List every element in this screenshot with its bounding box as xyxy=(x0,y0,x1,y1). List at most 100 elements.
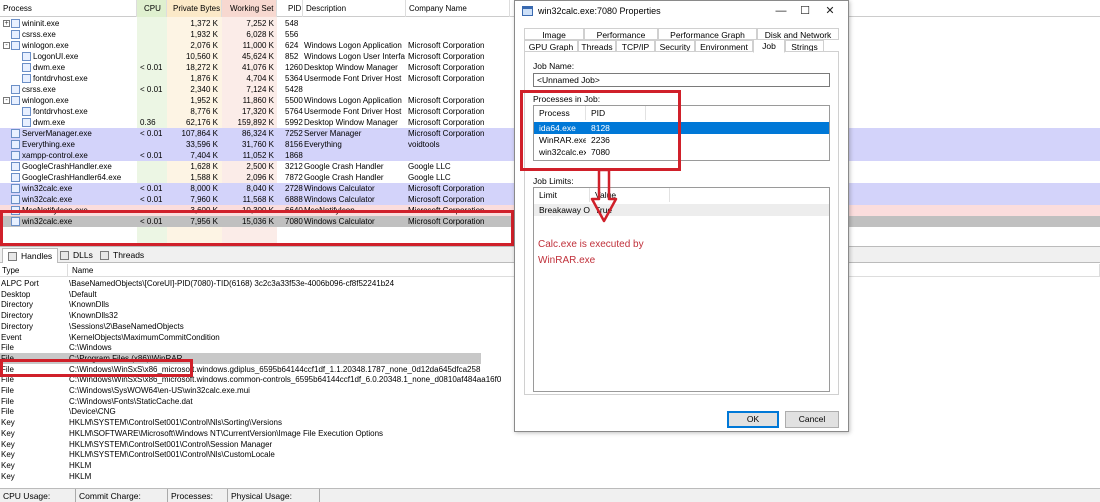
status-physical-usage: Physical Usage: 18.62% xyxy=(228,489,320,502)
dlls-tab-icon xyxy=(60,251,69,260)
handle-row[interactable]: Key HKLM\SYSTEM\ControlSet001\Control\Nls… xyxy=(0,449,1100,460)
expand-icon[interactable]: - xyxy=(3,42,10,49)
process-icon xyxy=(11,41,20,50)
column-header-description[interactable]: Description xyxy=(303,0,406,17)
process-company: Microsoft Corporation xyxy=(408,118,485,127)
process-working-set: 11,568 K xyxy=(242,195,274,204)
process-icon xyxy=(11,19,20,28)
expand-icon[interactable]: - xyxy=(3,97,10,104)
minimize-icon: — xyxy=(775,5,787,17)
ok-button[interactable]: OK xyxy=(727,411,779,428)
process-cpu: < 0.01 xyxy=(140,129,163,138)
process-name: csrss.exe xyxy=(22,85,56,94)
process-pid: 1868 xyxy=(285,151,303,160)
column-header-private-bytes[interactable]: Private Bytes xyxy=(167,0,222,17)
tab-threads[interactable]: Threads xyxy=(95,248,149,263)
handle-type: File xyxy=(1,343,14,353)
process-pid: 5428 xyxy=(285,85,303,94)
column-header-process[interactable]: Process xyxy=(0,0,137,17)
process-name: dwm.exe xyxy=(33,63,66,72)
process-name: win32calc.exe xyxy=(22,195,73,204)
tab-performance[interactable]: Performance xyxy=(584,28,658,40)
process-description: Usermode Font Driver Host xyxy=(304,107,402,116)
threads-tab-icon xyxy=(100,251,109,260)
status-cpu-usage: CPU Usage: 27.17% xyxy=(0,489,76,502)
process-pid: 5992 xyxy=(285,118,303,127)
process-pid: 624 xyxy=(285,41,299,50)
tab-image[interactable]: Image xyxy=(524,28,584,40)
handle-row[interactable]: Key HKLM\SYSTEM\ControlSet001\Control\Ses… xyxy=(0,439,1100,450)
job-name-field[interactable]: <Unnamed Job> xyxy=(533,73,830,87)
dialog-titlebar[interactable]: win32calc.exe:7080 Properties — ☐ ✕ xyxy=(515,1,848,22)
process-description: Windows Logon Application xyxy=(304,96,402,105)
process-company: Microsoft Corporation xyxy=(408,96,485,105)
process-name: fontdrvhost.exe xyxy=(33,107,88,116)
limits-header-limit[interactable]: Limit xyxy=(534,188,590,202)
process-working-set: 45,624 K xyxy=(241,52,274,61)
process-pid: 8156 xyxy=(285,140,303,149)
process-working-set: 11,860 K xyxy=(242,96,274,105)
job-limit-row[interactable]: Breakaway OKTrue xyxy=(534,204,829,216)
process-icon xyxy=(11,195,20,204)
expand-icon[interactable]: + xyxy=(3,20,10,27)
handle-type: File xyxy=(1,396,14,406)
handle-row[interactable]: Key HKLM xyxy=(0,460,1100,471)
handle-type: ALPC Port xyxy=(1,279,39,288)
highlight-box-calc-process xyxy=(0,210,514,246)
properties-dialog[interactable]: win32calc.exe:7080 Properties — ☐ ✕ Imag… xyxy=(514,0,849,432)
process-working-set: 86,324 K xyxy=(241,129,274,138)
process-company: Microsoft Corporation xyxy=(408,41,485,50)
process-cpu xyxy=(140,161,167,172)
process-description xyxy=(304,18,405,29)
close-button[interactable]: ✕ xyxy=(818,1,842,22)
tab-handles-label: Handles xyxy=(21,251,53,261)
app-icon xyxy=(522,6,533,16)
column-header-company[interactable]: Company Name xyxy=(406,0,510,17)
column-header-pid[interactable]: PID xyxy=(285,0,303,17)
process-name: dwm.exe xyxy=(33,118,66,127)
process-icon xyxy=(11,30,20,39)
process-description: Windows Calculator xyxy=(304,195,375,204)
process-private-bytes: 7,404 K xyxy=(190,151,218,160)
handle-type: Key xyxy=(1,428,15,438)
handle-type: Event xyxy=(1,332,22,342)
process-cpu: < 0.01 xyxy=(140,184,163,193)
handle-name: HKLM xyxy=(69,460,92,470)
process-working-set: 7,252 K xyxy=(246,19,274,28)
process-private-bytes: 62,176 K xyxy=(185,118,218,127)
process-company: Microsoft Corporation xyxy=(408,74,485,83)
process-working-set: 159,892 K xyxy=(237,118,274,127)
dialog-tabs: Image Performance Performance Graph Disk… xyxy=(524,28,839,53)
process-company: voidtools xyxy=(408,140,440,149)
handle-name: HKLM\SYSTEM\ControlSet001\Control\Sessio… xyxy=(69,439,273,449)
cancel-button[interactable]: Cancel xyxy=(785,411,839,428)
minimize-button[interactable]: — xyxy=(769,1,793,22)
process-description: Google Crash Handler xyxy=(304,162,384,171)
tab-performance-graph[interactable]: Performance Graph xyxy=(658,28,757,40)
process-name: win32calc.exe xyxy=(22,184,73,193)
tab-dlls[interactable]: DLLs xyxy=(55,248,98,263)
column-header-cpu[interactable]: CPU xyxy=(137,0,167,17)
process-pid: 852 xyxy=(285,52,299,61)
process-description: Windows Logon User Interfa... xyxy=(304,52,405,61)
handle-row[interactable]: Key HKLM xyxy=(0,471,1100,482)
process-private-bytes: 8,000 K xyxy=(190,184,218,193)
process-name: LogonUI.exe xyxy=(33,52,79,61)
process-pid: 5364 xyxy=(285,74,303,83)
job-limits-list[interactable]: Limit Value Breakaway OKTrue xyxy=(533,187,830,392)
tab-handles[interactable]: Handles xyxy=(2,248,59,263)
maximize-button[interactable]: ☐ xyxy=(793,1,817,22)
maximize-icon: ☐ xyxy=(800,5,810,17)
handles-column-type[interactable]: Type xyxy=(0,264,68,277)
column-header-working-set[interactable]: Working Set xyxy=(222,0,277,17)
process-working-set: 17,320 K xyxy=(241,107,274,116)
handle-name: HKLM xyxy=(69,471,92,481)
process-description: Server Manager xyxy=(304,129,362,138)
process-pid: 548 xyxy=(285,19,299,28)
process-private-bytes: 33,596 K xyxy=(185,140,218,149)
tab-job[interactable]: Job xyxy=(753,39,785,53)
process-working-set: 41,076 K xyxy=(241,63,274,72)
process-name: wininit.exe xyxy=(22,19,60,28)
highlight-box-processes-in-job xyxy=(520,90,681,171)
process-icon xyxy=(11,173,20,182)
